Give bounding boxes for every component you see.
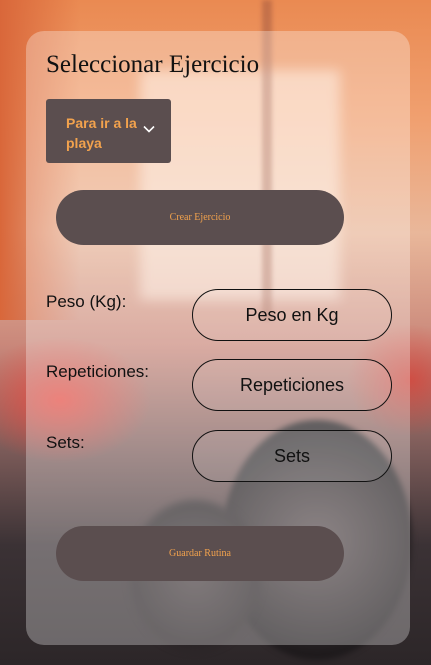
- create-exercise-button[interactable]: Crear Ejercicio: [56, 190, 344, 245]
- repetitions-label: Repeticiones:: [46, 362, 150, 381]
- page-title: Seleccionar Ejercicio: [46, 51, 260, 78]
- save-routine-button[interactable]: Guardar Rutina: [56, 526, 344, 581]
- weight-label: Peso (Kg):: [46, 292, 127, 311]
- sets-input[interactable]: Sets: [192, 430, 392, 482]
- sets-input-placeholder: Sets: [273, 445, 311, 466]
- repetitions-input-placeholder: Repeticiones: [239, 374, 345, 395]
- exercise-select-value: Para ir a la playa: [66, 115, 137, 151]
- sets-label: Sets:: [46, 433, 85, 452]
- chevron-down-icon: [143, 125, 155, 133]
- routine-form-card: Seleccionar Ejercicio Para ir a la playa…: [26, 31, 410, 645]
- exercise-select[interactable]: Para ir a la playa: [46, 99, 171, 163]
- weight-input[interactable]: Peso en Kg: [192, 289, 392, 341]
- weight-input-placeholder: Peso en Kg: [245, 304, 339, 325]
- repetitions-input[interactable]: Repeticiones: [192, 359, 392, 411]
